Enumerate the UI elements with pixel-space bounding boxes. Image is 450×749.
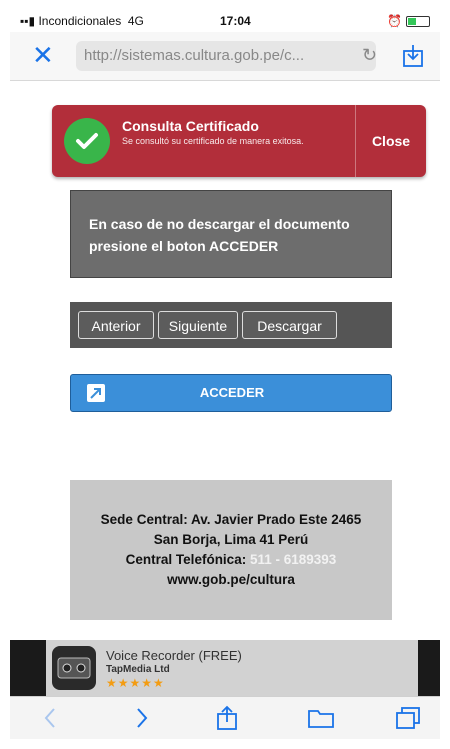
reload-icon[interactable]: ↻ — [362, 45, 377, 66]
url-field[interactable]: http://sistemas.cultura.gob.pe/c... — [76, 41, 376, 71]
address-line-2: San Borja, Lima 41 Perú — [153, 532, 309, 547]
share-icon[interactable] — [402, 42, 424, 68]
status-right: ⏰ — [387, 14, 430, 28]
phone-line: Central Telefónica: 511 - 6189393 — [64, 550, 398, 570]
success-notification: Consulta Certificado Se consultó su cert… — [52, 105, 426, 177]
address-bar: ✕ http://sistemas.cultura.gob.pe/c... ↻ — [10, 32, 440, 81]
ad-app-name: Voice Recorder (FREE) — [106, 648, 242, 663]
pager-bar: Anterior Siguiente Descargar — [70, 302, 392, 348]
carrier: ▪▪▮ Incondicionales 4G — [20, 14, 144, 28]
previous-button[interactable]: Anterior — [78, 311, 154, 339]
website-link[interactable]: www.gob.pe/cultura — [64, 570, 398, 590]
tape-recorder-icon — [52, 646, 96, 690]
carrier-name: Incondicionales — [38, 14, 122, 28]
network-type: 4G — [127, 14, 144, 28]
acceder-label: ACCEDER — [199, 385, 265, 400]
chevron-left-icon[interactable] — [38, 705, 62, 731]
check-circle-icon — [64, 118, 110, 164]
download-button[interactable]: Descargar — [242, 311, 337, 339]
close-button[interactable]: Close — [356, 105, 426, 177]
bookmarks-icon[interactable] — [306, 705, 336, 731]
close-icon[interactable]: ✕ — [32, 42, 54, 68]
acceder-button[interactable]: ACCEDER — [70, 374, 392, 412]
chevron-right-icon[interactable] — [130, 705, 154, 731]
alarm-icon: ⏰ — [387, 14, 402, 28]
phone-number[interactable]: 511 - 6189393 — [250, 552, 336, 567]
next-button[interactable]: Siguiente — [158, 311, 238, 339]
battery-icon — [406, 15, 430, 27]
rating-stars: ★★★★★ — [106, 676, 165, 690]
ad-banner[interactable]: Voice Recorder (FREE) TapMedia Ltd ★★★★★ — [10, 640, 440, 696]
share-icon[interactable] — [214, 705, 240, 731]
browser-toolbar — [10, 696, 440, 739]
address-line-1: Sede Central: Av. Javier Prado Este 2465 — [100, 512, 362, 527]
info-message: En caso de no descargar el documento pre… — [70, 190, 392, 278]
ad-developer: TapMedia Ltd — [106, 664, 170, 675]
phone-label: Central Telefónica: — [125, 552, 247, 567]
signal-icon: ▪▪▮ — [20, 14, 36, 28]
status-bar: ▪▪▮ Incondicionales 4G 17:04 ⏰ — [10, 10, 440, 32]
headquarters-info: Sede Central: Av. Javier Prado Este 2465… — [70, 480, 392, 620]
notification-message: Se consultó su certificado de manera exi… — [122, 136, 304, 146]
phone-screen: ▪▪▮ Incondicionales 4G 17:04 ⏰ ✕ http://… — [10, 10, 440, 739]
clock: 17:04 — [220, 14, 251, 28]
tabs-icon[interactable] — [394, 705, 422, 731]
notification-title: Consulta Certificado — [122, 118, 259, 134]
